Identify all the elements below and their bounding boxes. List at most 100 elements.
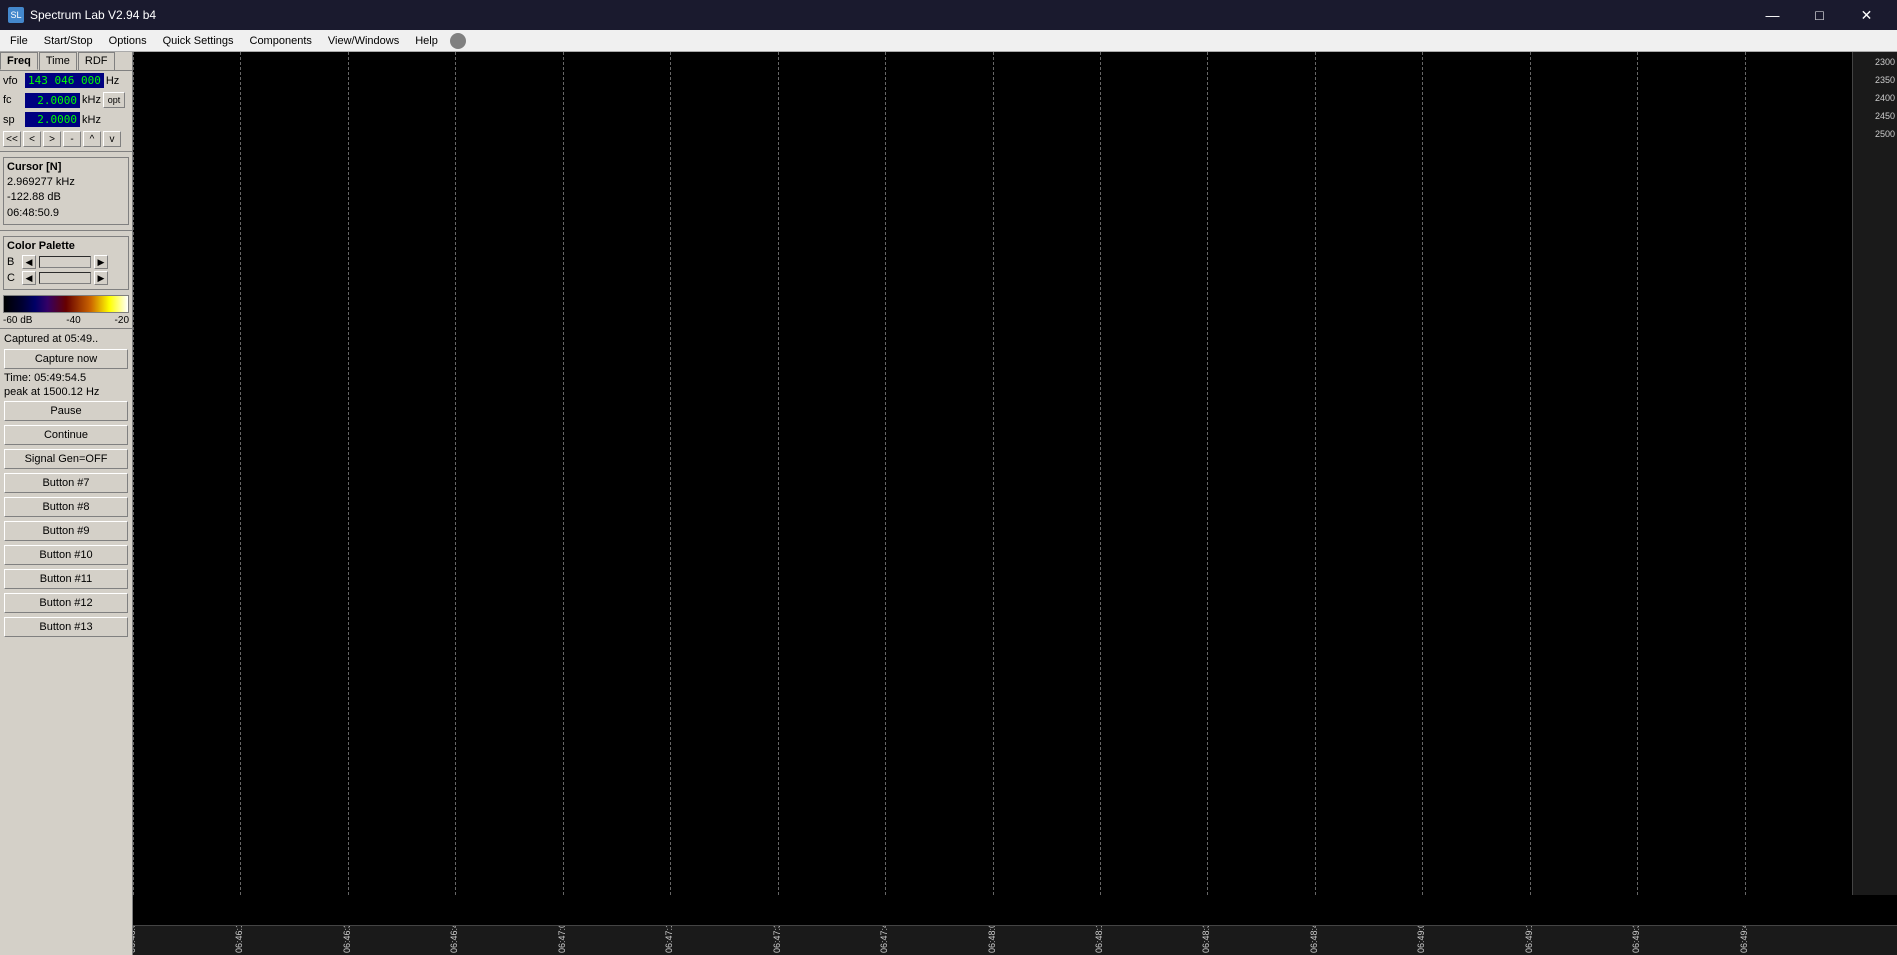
- palette-b-left[interactable]: ◀: [22, 255, 36, 269]
- palette-c-right[interactable]: ▶: [94, 271, 108, 285]
- vline-1: [240, 52, 241, 895]
- time-label-9: 06:48:15: [1094, 925, 1104, 953]
- palette-c-label: C: [7, 272, 19, 284]
- cursor-db: -122.88 dB: [7, 190, 125, 205]
- display-area[interactable]: 23002350240024502500 06:46:0006:46:1506:…: [133, 52, 1897, 955]
- time-label-11: 06:48:45: [1309, 925, 1319, 953]
- menubar: File Start/Stop Options Quick Settings C…: [0, 30, 1897, 52]
- menu-quicksettings[interactable]: Quick Settings: [155, 30, 242, 51]
- time-axis: 06:46:0006:46:1506:46:3006:46:4506:47:00…: [133, 925, 1897, 955]
- palette-c-left[interactable]: ◀: [22, 271, 36, 285]
- palette-b-right[interactable]: ▶: [94, 255, 108, 269]
- tab-time[interactable]: Time: [39, 52, 77, 70]
- status-indicator: [450, 33, 466, 49]
- fc-opt-button[interactable]: opt: [103, 92, 125, 108]
- nav-up-button[interactable]: ^: [83, 131, 101, 147]
- divider-1: [0, 151, 132, 152]
- cursor-section: Cursor [N] 2.969277 kHz -122.88 dB 06:48…: [3, 157, 129, 225]
- vline-10: [1207, 52, 1208, 895]
- continue-button[interactable]: Continue: [4, 425, 128, 445]
- vline-5: [670, 52, 671, 895]
- vline-7: [885, 52, 886, 895]
- button-10[interactable]: Button #10: [4, 545, 128, 565]
- fc-value[interactable]: 2.0000: [25, 93, 80, 108]
- pause-button[interactable]: Pause: [4, 401, 128, 421]
- nav-minus-button[interactable]: -: [63, 131, 81, 147]
- time-label-7: 06:47:45: [879, 925, 889, 953]
- right-scale: 23002350240024502500: [1852, 52, 1897, 895]
- vline-14: [1637, 52, 1638, 895]
- vline-4: [563, 52, 564, 895]
- vfo-label: vfo: [3, 75, 23, 87]
- nav-buttons: << < > - ^ v: [0, 129, 132, 149]
- scale-tick-3: 2450: [1875, 111, 1895, 121]
- cursor-time: 06:48:50.9: [7, 206, 125, 221]
- vline-13: [1530, 52, 1531, 895]
- signal-gen-button[interactable]: Signal Gen=OFF: [4, 449, 128, 469]
- vline-11: [1315, 52, 1316, 895]
- time-label-3: 06:46:45: [449, 925, 459, 953]
- titlebar: SL Spectrum Lab V2.94 b4 — □ ✕: [0, 0, 1897, 30]
- vfo-row: vfo 143 046 000 Hz: [0, 71, 132, 90]
- captured-text: Captured at 05:49..: [0, 331, 132, 347]
- spectrum-canvas[interactable]: 23002350240024502500: [133, 52, 1897, 925]
- maximize-button[interactable]: □: [1797, 0, 1842, 30]
- capture-now-button[interactable]: Capture now: [4, 349, 128, 369]
- db-minus40: -40: [66, 315, 80, 326]
- vfo-value[interactable]: 143 046 000: [25, 73, 104, 88]
- menu-help[interactable]: Help: [407, 30, 446, 51]
- button-9[interactable]: Button #9: [4, 521, 128, 541]
- nav-left-button[interactable]: <: [23, 131, 41, 147]
- menu-startstop[interactable]: Start/Stop: [36, 30, 101, 51]
- main-layout: Freq Time RDF vfo 143 046 000 Hz fc 2.00…: [0, 52, 1897, 955]
- vline-8: [993, 52, 994, 895]
- minimize-button[interactable]: —: [1750, 0, 1795, 30]
- button-13[interactable]: Button #13: [4, 617, 128, 637]
- vfo-unit: Hz: [106, 75, 119, 87]
- vline-0: [133, 52, 134, 895]
- palette-b-slider[interactable]: [39, 256, 91, 268]
- cursor-freq: 2.969277 kHz: [7, 175, 125, 190]
- nav-down-button[interactable]: v: [103, 131, 121, 147]
- fc-label: fc: [3, 94, 23, 106]
- titlebar-left: SL Spectrum Lab V2.94 b4: [8, 7, 156, 23]
- divider-2: [0, 230, 132, 231]
- button-12[interactable]: Button #12: [4, 593, 128, 613]
- cursor-title: Cursor [N]: [7, 161, 125, 173]
- nav-left-left-button[interactable]: <<: [3, 131, 21, 147]
- divider-3: [0, 328, 132, 329]
- time-label-6: 06:47:30: [772, 925, 782, 953]
- menu-options[interactable]: Options: [101, 30, 155, 51]
- menu-viewwindows[interactable]: View/Windows: [320, 30, 407, 51]
- fc-unit: kHz: [82, 94, 101, 106]
- palette-c-row: C ◀ ▶: [7, 270, 125, 286]
- sidebar: Freq Time RDF vfo 143 046 000 Hz fc 2.00…: [0, 52, 133, 955]
- color-palette-title: Color Palette: [7, 240, 125, 252]
- db-scale: -60 dB -40 -20: [0, 315, 132, 326]
- time-display: Time: 05:49:54.5: [0, 371, 132, 385]
- app-title: Spectrum Lab V2.94 b4: [30, 8, 156, 22]
- time-label-12: 06:49:00: [1416, 925, 1426, 953]
- button-8[interactable]: Button #8: [4, 497, 128, 517]
- button-11[interactable]: Button #11: [4, 569, 128, 589]
- app-icon: SL: [8, 7, 24, 23]
- db-minus20: -20: [115, 315, 129, 326]
- color-palette-section: Color Palette B ◀ ▶ C ◀ ▶: [3, 236, 129, 290]
- nav-right-button[interactable]: >: [43, 131, 61, 147]
- peak-display: peak at 1500.12 Hz: [0, 385, 132, 399]
- tab-rdf[interactable]: RDF: [78, 52, 115, 70]
- db-minus60: -60 dB: [3, 315, 32, 326]
- time-label-10: 06:48:30: [1201, 925, 1211, 953]
- close-button[interactable]: ✕: [1844, 0, 1889, 30]
- menu-file[interactable]: File: [2, 30, 36, 51]
- menu-components[interactable]: Components: [242, 30, 320, 51]
- tab-freq[interactable]: Freq: [0, 52, 38, 70]
- time-label-5: 06:47:15: [664, 925, 674, 953]
- vline-3: [455, 52, 456, 895]
- sp-value[interactable]: 2.0000: [25, 112, 80, 127]
- time-label-15: 06:49:45: [1739, 925, 1749, 953]
- time-label-14: 06:49:30: [1631, 925, 1641, 953]
- button-7[interactable]: Button #7: [4, 473, 128, 493]
- time-label-8: 06:48:00: [987, 925, 997, 953]
- palette-c-slider[interactable]: [39, 272, 91, 284]
